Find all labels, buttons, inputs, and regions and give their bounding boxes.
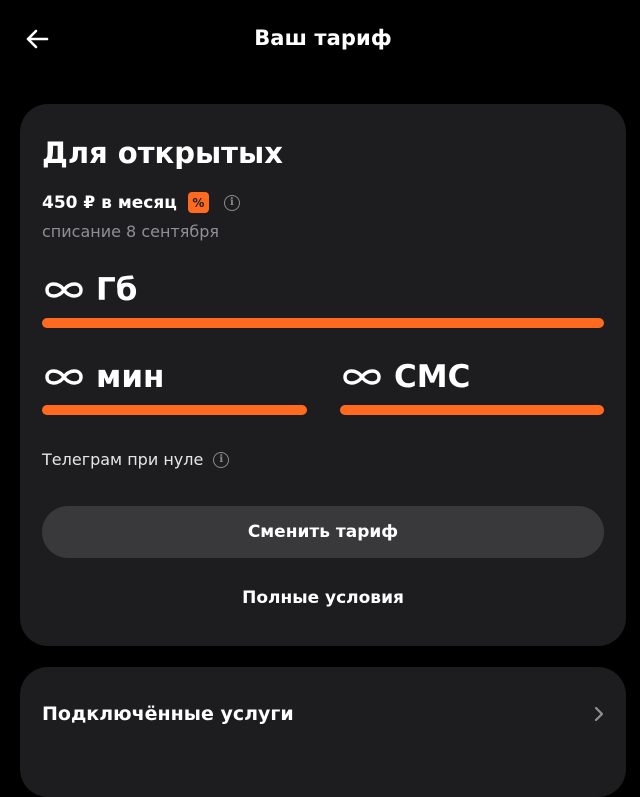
info-icon[interactable]: i — [213, 451, 230, 468]
chevron-right-icon — [594, 706, 604, 722]
minutes-quota-bar — [42, 405, 307, 415]
top-bar: Ваш тариф — [0, 0, 640, 80]
perk-row: Телеграм при нуле i — [42, 450, 230, 469]
tariff-price: 450 ₽ в месяц — [42, 192, 177, 213]
sms-quota-label: СМС — [394, 359, 471, 395]
minutes-quota: мин — [42, 359, 164, 395]
services-card[interactable]: Подключённые услуги — [20, 667, 626, 797]
sms-quota-bar — [340, 405, 604, 415]
full-terms-link[interactable]: Полные условия — [20, 588, 626, 608]
services-title: Подключённые услуги — [42, 703, 294, 725]
infinity-icon — [343, 369, 381, 385]
data-quota-bar — [42, 318, 604, 328]
infinity-icon — [45, 369, 83, 385]
data-quota: Гб — [42, 272, 137, 308]
sms-quota: СМС — [340, 359, 470, 395]
tariff-name: Для открытых — [42, 136, 283, 170]
minutes-quota-label: мин — [96, 359, 165, 395]
tariff-card: Для открытых 450 ₽ в месяц % i списание … — [20, 104, 626, 646]
charge-date: списание 8 сентября — [42, 222, 220, 241]
perk-text: Телеграм при нуле — [42, 450, 204, 469]
data-quota-label: Гб — [96, 272, 138, 308]
info-icon[interactable]: i — [223, 194, 240, 211]
percent-icon[interactable]: % — [187, 192, 209, 213]
page-title: Ваш тариф — [254, 26, 392, 50]
price-row: 450 ₽ в месяц % i — [42, 192, 240, 213]
infinity-icon — [45, 282, 83, 298]
change-tariff-button[interactable]: Сменить тариф — [42, 506, 604, 558]
